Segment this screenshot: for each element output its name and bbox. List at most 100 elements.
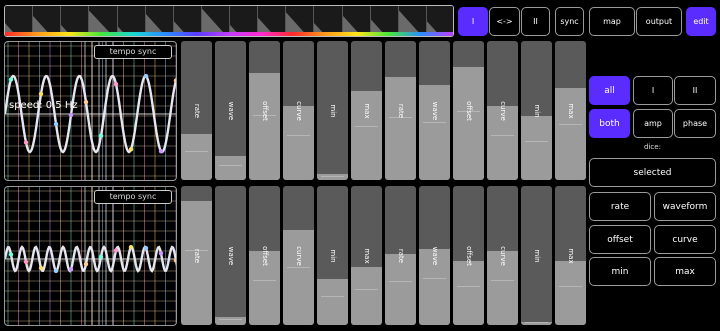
slider-tick — [321, 175, 344, 177]
slider-wave[interactable]: wave — [419, 186, 450, 325]
slider-label: wave — [226, 101, 235, 120]
speed-readout: speed: 0.5 Hz — [9, 100, 78, 111]
slider-tick — [185, 151, 208, 153]
lfo-point — [98, 133, 104, 138]
channel-two-button[interactable]: II — [521, 7, 550, 36]
slider-rate[interactable]: rate — [385, 41, 416, 180]
slider-fill — [453, 261, 484, 325]
sync-button[interactable]: sync — [555, 7, 584, 36]
slider-label: max — [362, 102, 371, 119]
mode-phase-button[interactable]: phase — [674, 109, 716, 138]
lfo-point — [98, 254, 104, 260]
slider-fill — [249, 72, 280, 180]
slider-label: min — [532, 248, 541, 263]
slider-label: curve — [294, 100, 303, 121]
slider-tick — [287, 134, 310, 136]
dice-min-button[interactable]: min — [589, 257, 651, 286]
slider-max[interactable]: max — [555, 186, 586, 325]
slider-fill — [351, 266, 382, 325]
lfo-point — [158, 251, 164, 256]
dice-max-button[interactable]: max — [654, 257, 716, 286]
lfo-point — [53, 268, 59, 274]
slider-tick — [423, 278, 446, 280]
channel-both-button[interactable]: <-> — [489, 7, 520, 36]
tempo-sync-button-1[interactable]: tempo sync — [94, 45, 172, 59]
slider-max[interactable]: max — [351, 41, 382, 180]
slider-min[interactable]: min — [317, 186, 348, 325]
slider-curve[interactable]: curve — [487, 41, 518, 180]
mode-amp-button[interactable]: amp — [633, 109, 673, 138]
slider-rate[interactable]: rate — [181, 186, 212, 325]
slider-tick — [559, 285, 582, 287]
dice-waveform-button[interactable]: waveform — [654, 192, 716, 221]
slider-fill — [215, 316, 246, 325]
slider-tick — [491, 134, 514, 136]
slider-tick — [287, 267, 310, 269]
dice-curve-button[interactable]: curve — [654, 225, 716, 254]
slider-wave[interactable]: wave — [215, 186, 246, 325]
slider-rate[interactable]: rate — [385, 186, 416, 325]
slider-label: curve — [294, 245, 303, 266]
slider-tick — [389, 281, 412, 283]
slider-label: min — [328, 103, 337, 118]
slider-min[interactable]: min — [521, 186, 552, 325]
slider-curve[interactable]: curve — [283, 41, 314, 180]
slider-label: rate — [192, 103, 201, 118]
slider-max[interactable]: max — [555, 41, 586, 180]
lfo-point — [38, 91, 44, 97]
lfo-point — [83, 261, 89, 267]
lfo-point — [53, 121, 59, 127]
channel-one-button[interactable]: I — [458, 7, 488, 36]
slider-wave[interactable]: wave — [419, 41, 450, 180]
lfo-point — [143, 246, 149, 251]
lfo-scope-1-plot — [5, 42, 176, 180]
output-button[interactable]: output — [636, 7, 682, 36]
slider-fill — [283, 230, 314, 325]
lfo-scope-2: tempo sync — [4, 186, 177, 326]
slider-label: offset — [260, 100, 269, 121]
slider-min[interactable]: min — [317, 41, 348, 180]
select-two-button[interactable]: II — [674, 76, 716, 105]
map-button[interactable]: map — [589, 7, 635, 36]
slider-fill — [317, 279, 348, 325]
select-one-button[interactable]: I — [633, 76, 673, 105]
slider-tick — [525, 140, 548, 142]
slider-tick — [355, 125, 378, 127]
slider-curve[interactable]: curve — [283, 186, 314, 325]
slider-tick — [491, 279, 514, 281]
lfo-point — [143, 73, 149, 79]
dice-selected-button[interactable]: selected — [589, 158, 716, 187]
slider-label: offset — [260, 245, 269, 266]
dice-rate-button[interactable]: rate — [589, 192, 651, 221]
slider-fill — [555, 261, 586, 325]
dice-offset-button[interactable]: offset — [589, 225, 651, 254]
lfo-scope-1: tempo sync speed: 0.5 Hz — [4, 41, 177, 181]
slider-max[interactable]: max — [351, 186, 382, 325]
slider-label: max — [566, 247, 575, 264]
slider-fill — [453, 67, 484, 180]
lfo-point — [68, 112, 74, 118]
lfo-point — [113, 82, 119, 87]
slider-curve[interactable]: curve — [487, 186, 518, 325]
slider-offset[interactable]: offset — [453, 41, 484, 180]
slider-label: wave — [430, 101, 439, 120]
slider-tick — [219, 164, 242, 166]
slider-offset[interactable]: offset — [249, 186, 280, 325]
slider-label: min — [532, 103, 541, 118]
edit-button[interactable]: edit — [686, 7, 716, 36]
slider-wave[interactable]: wave — [215, 41, 246, 180]
slider-offset[interactable]: offset — [249, 41, 280, 180]
slider-rate[interactable]: rate — [181, 41, 212, 180]
tempo-sync-button-2[interactable]: tempo sync — [94, 190, 172, 204]
step-strip[interactable] — [4, 5, 454, 37]
slider-fill — [521, 116, 552, 180]
slider-label: curve — [498, 100, 507, 121]
lfo-point — [128, 245, 134, 250]
slider-min[interactable]: min — [521, 41, 552, 180]
mode-both-button[interactable]: both — [589, 109, 630, 138]
select-all-button[interactable]: all — [589, 76, 630, 105]
lfo-point — [23, 259, 29, 264]
slider-offset[interactable]: offset — [453, 186, 484, 325]
slider-fill — [181, 134, 212, 180]
slider-tick — [355, 288, 378, 290]
